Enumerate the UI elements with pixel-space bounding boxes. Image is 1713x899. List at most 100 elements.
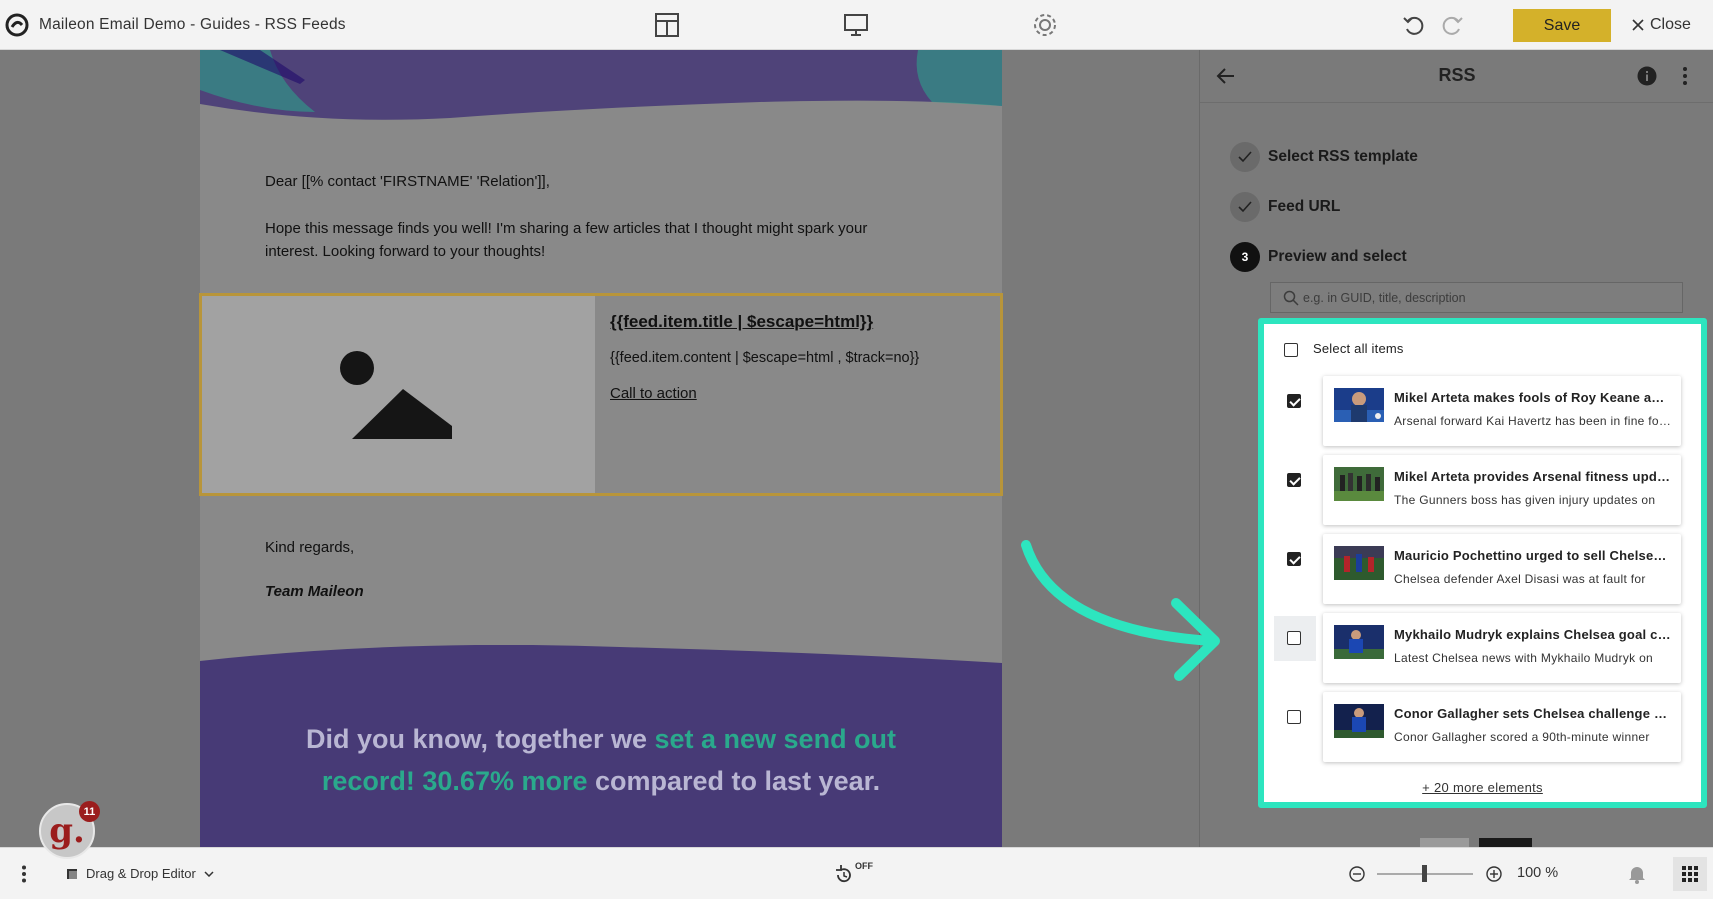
- greeting-text[interactable]: Dear [[% contact 'FIRSTNAME' 'Relation']…: [265, 170, 550, 193]
- banner-text-part1: Did you know, together we: [305, 724, 655, 754]
- item-checkbox[interactable]: [1287, 394, 1301, 408]
- editor-mode-label: Drag & Drop Editor: [86, 866, 196, 881]
- chevron-down-icon: [204, 870, 214, 877]
- layout-icon[interactable]: [654, 12, 680, 38]
- banner-highlight-2: record! 30.67% more: [321, 766, 588, 796]
- editor-mode-dropdown[interactable]: Drag & Drop Editor: [66, 866, 214, 881]
- zoom-slider[interactable]: [1377, 865, 1473, 882]
- item-checkbox-cell[interactable]: [1274, 616, 1316, 661]
- annotation-arrow-icon: [1021, 540, 1220, 681]
- close-button[interactable]: Close: [1632, 15, 1691, 35]
- email-canvas[interactable]: Dear [[% contact 'FIRSTNAME' 'Relation']…: [0, 50, 1199, 847]
- header-wave-decoration: [200, 50, 1002, 122]
- editor-icon: [66, 868, 78, 880]
- autosave-icon: [836, 865, 851, 883]
- feed-item-card[interactable]: Mauricio Pochettino urged to sell Chelse…: [1323, 534, 1681, 604]
- rss-title-placeholder[interactable]: {{feed.item.title | $escape=html}}: [610, 312, 873, 332]
- item-description: Latest Chelsea news with Mykhailo Mudryk…: [1394, 651, 1654, 665]
- intro-line-1[interactable]: Hope this message finds you well! I'm sh…: [265, 217, 867, 240]
- settings-gear-icon[interactable]: [1032, 12, 1058, 38]
- image-placeholder-icon: [340, 351, 452, 439]
- panel-secondary-button[interactable]: [1420, 838, 1469, 847]
- banner-highlight-1: set a new send out: [654, 724, 897, 754]
- feed-item-card[interactable]: Mikel Arteta makes fools of Roy Keane an…: [1323, 376, 1681, 446]
- image-placeholder[interactable]: [202, 296, 595, 493]
- step-number-badge: 3: [1230, 242, 1260, 272]
- info-icon[interactable]: [1637, 66, 1657, 86]
- bell-icon[interactable]: [1628, 864, 1646, 884]
- closing-text[interactable]: Kind regards,: [265, 536, 354, 559]
- close-label: Close: [1650, 16, 1691, 33]
- item-thumbnail: [1334, 467, 1384, 501]
- check-icon: [1230, 192, 1260, 222]
- feed-item-card[interactable]: Conor Gallagher sets Chelsea challenge a…: [1323, 692, 1681, 762]
- maileon-logo: [5, 13, 29, 37]
- step-label: Feed URL: [1268, 198, 1341, 215]
- window-title: Maileon Email Demo - Guides - RSS Feeds: [39, 16, 346, 33]
- bottom-bar: Drag & Drop Editor OFF 100 %: [0, 847, 1713, 899]
- feed-item-search[interactable]: [1270, 282, 1683, 313]
- signature-text[interactable]: Team Maileon: [265, 580, 364, 603]
- autosave-toggle[interactable]: OFF: [834, 860, 874, 886]
- item-thumbnail: [1334, 704, 1384, 738]
- search-input[interactable]: [1303, 283, 1663, 312]
- item-checkbox[interactable]: [1287, 473, 1301, 487]
- feed-item-card[interactable]: Mikel Arteta provides Arsenal fitness up…: [1323, 455, 1681, 525]
- search-icon: [1283, 290, 1299, 306]
- zoom-in-icon[interactable]: [1486, 866, 1502, 882]
- feed-items-list: Select all items Mikel Arteta makes fool…: [1258, 318, 1707, 808]
- badge-letter: g.: [49, 811, 85, 851]
- save-button[interactable]: Save: [1513, 9, 1611, 42]
- item-title: Mykhailo Mudryk explains Chelsea goal ce…: [1394, 627, 1672, 642]
- rss-feed-block[interactable]: {{feed.item.title | $escape=html}} {{fee…: [199, 293, 1003, 496]
- menu-dots-icon[interactable]: [21, 865, 27, 883]
- item-description: Chelsea defender Axel Disasi was at faul…: [1394, 572, 1646, 586]
- zoom-out-icon[interactable]: [1349, 866, 1365, 882]
- item-checkbox-cell[interactable]: [1274, 379, 1316, 424]
- banner-text-part2: compared to last year.: [587, 766, 881, 796]
- step-label: Select RSS template: [1268, 148, 1418, 165]
- apps-grid-icon: [1682, 866, 1698, 882]
- more-elements-link[interactable]: + 20 more elements: [1264, 780, 1701, 795]
- item-thumbnail: [1334, 388, 1384, 422]
- item-description: Arsenal forward Kai Havertz has been in …: [1394, 414, 1672, 428]
- feed-item-card[interactable]: Mykhailo Mudryk explains Chelsea goal ce…: [1323, 613, 1681, 683]
- item-checkbox[interactable]: [1287, 552, 1301, 566]
- desktop-preview-icon[interactable]: [843, 12, 869, 38]
- apps-grid-button[interactable]: [1673, 857, 1707, 891]
- item-checkbox[interactable]: [1287, 631, 1301, 645]
- item-checkbox-cell[interactable]: [1274, 458, 1316, 503]
- step-label: Preview and select: [1268, 248, 1407, 265]
- undo-icon[interactable]: [1401, 12, 1427, 38]
- zoom-level: 100 %: [1517, 865, 1559, 881]
- redo-icon[interactable]: [1439, 12, 1465, 38]
- step-feed-url[interactable]: Feed URL: [1230, 192, 1340, 222]
- step-select-rss-template[interactable]: Select RSS template: [1230, 142, 1418, 172]
- call-to-action-link[interactable]: Call to action: [610, 385, 697, 402]
- item-title: Conor Gallagher sets Chelsea challenge a…: [1394, 706, 1672, 721]
- item-title: Mauricio Pochettino urged to sell Chelse…: [1394, 548, 1672, 563]
- email-body[interactable]: Dear [[% contact 'FIRSTNAME' 'Relation']…: [199, 50, 1003, 847]
- item-checkbox-cell[interactable]: [1274, 537, 1316, 582]
- panel-primary-button[interactable]: [1479, 838, 1532, 847]
- item-description: The Gunners boss has given injury update…: [1394, 493, 1656, 507]
- item-checkbox-cell[interactable]: [1274, 695, 1316, 740]
- footer-banner-text[interactable]: Did you know, together we set a new send…: [200, 718, 1002, 802]
- more-options-icon[interactable]: [1680, 66, 1690, 86]
- close-icon: [1632, 19, 1644, 31]
- item-thumbnail: [1334, 546, 1384, 580]
- panel-header: RSS: [1200, 50, 1713, 103]
- intro-line-2[interactable]: interest. Looking forward to your though…: [265, 240, 545, 263]
- item-description: Conor Gallagher scored a 90th-minute win…: [1394, 730, 1650, 744]
- item-checkbox[interactable]: [1287, 710, 1301, 724]
- autosave-state: OFF: [855, 861, 873, 871]
- select-all-checkbox[interactable]: [1284, 343, 1298, 357]
- guide-assistant-badge[interactable]: g. 11: [39, 801, 100, 859]
- rss-content-placeholder[interactable]: {{feed.item.content | $escape=html , $tr…: [610, 350, 919, 366]
- item-thumbnail: [1334, 625, 1384, 659]
- select-all-label[interactable]: Select all items: [1313, 341, 1404, 356]
- item-title: Mikel Arteta makes fools of Roy Keane an…: [1394, 390, 1672, 405]
- top-bar: Maileon Email Demo - Guides - RSS Feeds …: [0, 0, 1713, 50]
- step-preview-and-select[interactable]: 3 Preview and select: [1230, 242, 1407, 272]
- zoom-slider-handle[interactable]: [1422, 865, 1427, 882]
